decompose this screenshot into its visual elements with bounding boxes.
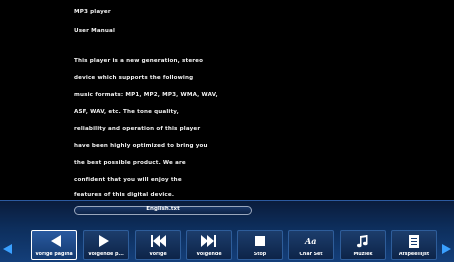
filename-bar: English.txt <box>74 206 252 215</box>
doc-line: reliability and operation of this player <box>74 126 201 132</box>
button-label: Muziek <box>353 252 373 257</box>
doc-line: features of this digital device. <box>74 192 175 198</box>
control-toolbar: English.txt Vorige pagina Volgende p... … <box>0 200 454 262</box>
doc-line: confident that you will enjoy the <box>74 177 182 183</box>
previous-page-icon <box>51 235 61 247</box>
music-note-icon <box>357 235 368 248</box>
doc-line: User Manual <box>74 28 116 34</box>
next-track-button[interactable]: Volgende <box>186 230 232 260</box>
previous-track-icon <box>151 235 166 247</box>
stop-button[interactable]: Stop <box>237 230 283 260</box>
toolbar-divider <box>0 200 454 201</box>
doc-line: music formats: MP1, MP2, MP3, WMA, WAV, <box>74 92 218 98</box>
previous-track-button[interactable]: Vorige <box>135 230 181 260</box>
doc-line: MP3 player <box>74 9 111 15</box>
button-label: Vorige <box>149 252 167 257</box>
doc-line: This player is a new generation, stereo <box>74 58 204 64</box>
doc-line: device which supports the following <box>74 75 194 81</box>
stop-icon <box>255 236 265 246</box>
previous-page-button[interactable]: Vorige pagina <box>31 230 77 260</box>
button-label: Char Set <box>299 252 323 257</box>
button-label: Volgende <box>196 252 222 257</box>
playlist-icon <box>409 235 419 248</box>
button-label: Vorige pagina <box>35 252 73 257</box>
doc-line: the best possible product. We are <box>74 160 186 166</box>
music-button[interactable]: Muziek <box>340 230 386 260</box>
scroll-right-arrow-icon[interactable] <box>442 244 451 254</box>
button-label: Afspeellijst <box>398 252 430 257</box>
button-label: Volgende p... <box>88 252 124 257</box>
charset-icon: Aa <box>304 236 316 246</box>
document-text-area: MP3 player User Manual This player is a … <box>56 0 416 200</box>
doc-line: have been highly optimized to bring you <box>74 143 208 149</box>
scroll-left-arrow-icon[interactable] <box>3 244 12 254</box>
next-track-icon <box>201 235 216 247</box>
next-page-icon <box>99 235 109 247</box>
playlist-button[interactable]: Afspeellijst <box>391 230 437 260</box>
svg-text:Aa: Aa <box>304 236 316 246</box>
filename-label: English.txt <box>146 206 180 212</box>
doc-line: ASF, WAV, etc. The tone quality, <box>74 109 179 115</box>
button-label: Stop <box>253 252 267 257</box>
charset-button[interactable]: Aa Char Set <box>288 230 334 260</box>
next-page-button[interactable]: Volgende p... <box>83 230 129 260</box>
